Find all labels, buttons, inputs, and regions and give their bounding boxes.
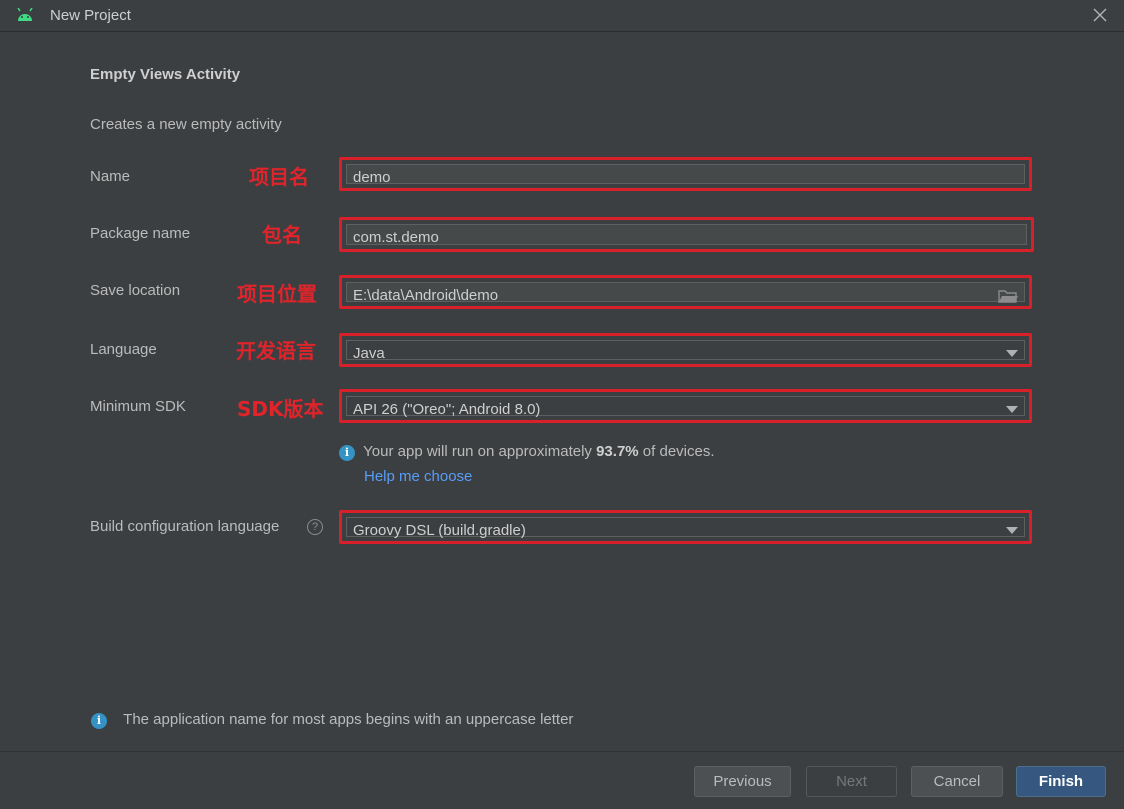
build-config-dropdown[interactable]: Groovy DSL (build.gradle) — [339, 510, 1032, 544]
dialog-footer: Previous Next Cancel Finish — [0, 751, 1124, 809]
sdk-coverage-prefix: Your app will run on approximately — [363, 443, 597, 460]
save-location-input-box[interactable]: E:\data\Android\demo — [346, 282, 1025, 304]
language-dropdown[interactable]: Java — [339, 333, 1032, 367]
language-selected[interactable]: Java — [353, 345, 385, 362]
min-sdk-label: Minimum SDK — [90, 398, 186, 415]
language-label: Language — [90, 341, 157, 358]
chevron-down-icon[interactable] — [1006, 350, 1018, 357]
info-icon: i — [339, 445, 355, 461]
cancel-button[interactable]: Cancel — [911, 766, 1003, 797]
next-button[interactable]: Next — [806, 766, 897, 797]
min-sdk-combo[interactable]: API 26 ("Oreo"; Android 8.0) — [346, 396, 1025, 418]
name-field[interactable]: demo — [339, 157, 1032, 191]
window-title: New Project — [50, 7, 131, 24]
package-field[interactable]: com.st.demo — [339, 217, 1034, 252]
min-sdk-dropdown[interactable]: API 26 ("Oreo"; Android 8.0) — [339, 389, 1032, 423]
package-annotation: 包名 — [262, 223, 302, 247]
package-input-box[interactable]: com.st.demo — [346, 224, 1027, 246]
folder-icon[interactable] — [998, 288, 1018, 304]
save-location-annotation: 项目位置 — [237, 282, 317, 306]
language-combo[interactable]: Java — [346, 340, 1025, 362]
name-hint-text: The application name for most apps begin… — [123, 711, 574, 728]
android-icon — [17, 8, 33, 21]
template-description: Creates a new empty activity — [90, 116, 282, 133]
dialog-content: Empty Views Activity Creates a new empty… — [0, 33, 1124, 751]
save-location-input[interactable]: E:\data\Android\demo — [353, 287, 498, 304]
save-location-label: Save location — [90, 282, 181, 299]
build-config-label: Build configuration language — [90, 518, 280, 535]
name-hint: i The application name for most apps beg… — [91, 711, 573, 729]
question-icon[interactable]: ? — [307, 519, 323, 535]
language-annotation: 开发语言 — [236, 339, 316, 363]
name-input-box[interactable]: demo — [346, 164, 1025, 186]
min-sdk-annotation: SDK版本 — [237, 397, 324, 421]
template-heading: Empty Views Activity — [90, 66, 241, 83]
title-bar: New Project — [0, 0, 1124, 32]
min-sdk-selected[interactable]: API 26 ("Oreo"; Android 8.0) — [353, 401, 540, 418]
save-location-field[interactable]: E:\data\Android\demo — [339, 275, 1032, 309]
help-me-choose-link[interactable]: Help me choose — [364, 468, 472, 485]
package-input[interactable]: com.st.demo — [353, 229, 439, 246]
chevron-down-icon[interactable] — [1006, 406, 1018, 413]
build-config-combo[interactable]: Groovy DSL (build.gradle) — [346, 517, 1025, 539]
close-icon[interactable] — [1090, 5, 1110, 25]
sdk-coverage-suffix: of devices. — [638, 443, 715, 460]
sdk-coverage-percent: 93.7% — [596, 443, 639, 460]
build-config-selected[interactable]: Groovy DSL (build.gradle) — [353, 522, 526, 539]
name-annotation: 项目名 — [249, 165, 309, 189]
name-label: Name — [90, 168, 131, 185]
info-icon: i — [91, 713, 107, 729]
chevron-down-icon[interactable] — [1006, 527, 1018, 534]
name-input[interactable]: demo — [353, 169, 391, 186]
finish-button[interactable]: Finish — [1016, 766, 1106, 797]
package-label: Package name — [90, 225, 191, 242]
previous-button[interactable]: Previous — [694, 766, 791, 797]
sdk-coverage-info: i Your app will run on approximately 93.… — [339, 443, 715, 461]
